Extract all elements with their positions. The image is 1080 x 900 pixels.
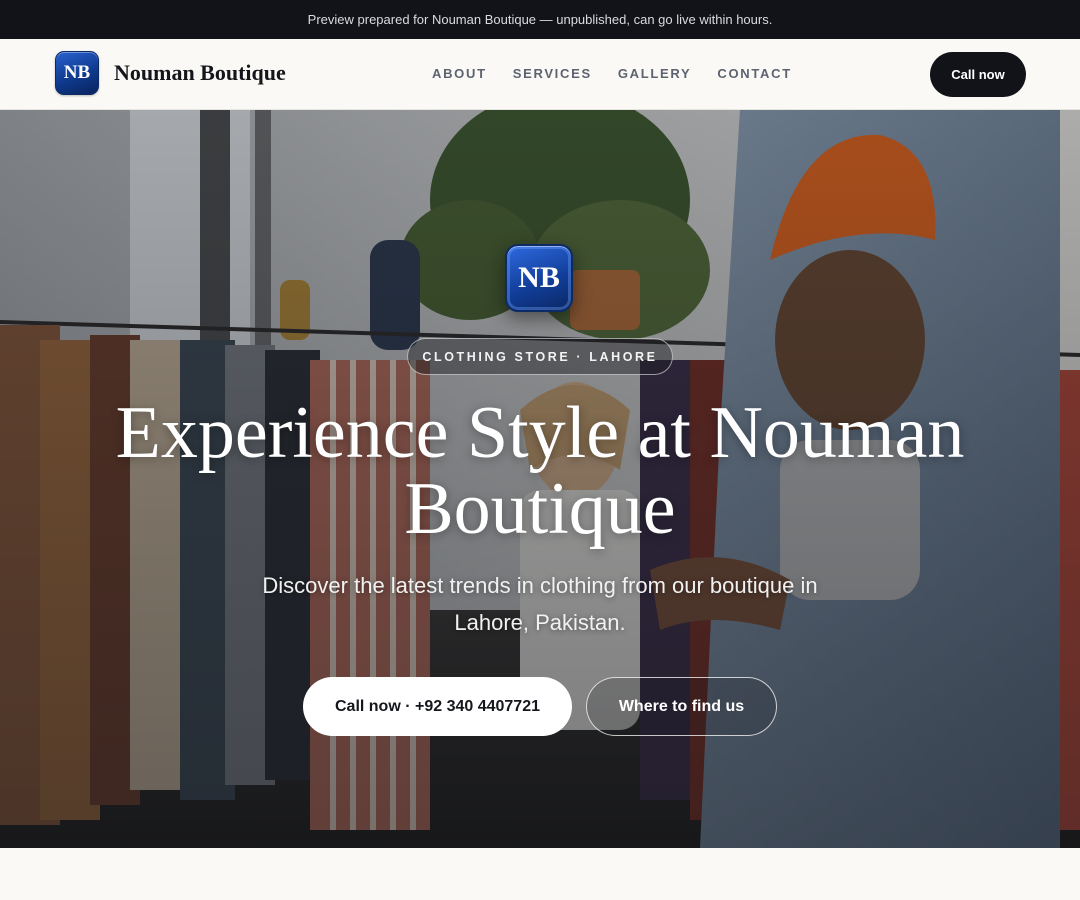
where-to-find-us-button[interactable]: Where to find us [586, 677, 777, 736]
brand-logo: NB [55, 51, 99, 95]
preview-banner: Preview prepared for Nouman Boutique — u… [0, 0, 1080, 39]
nav-gallery[interactable]: GALLERY [618, 66, 692, 81]
hero-subtitle: Discover the latest trends in clothing f… [262, 573, 818, 635]
hero-section: NB CLOTHING STORE · LAHORE Experience St… [0, 110, 1080, 848]
hero-title: Experience Style at Nouman Boutique [115, 392, 965, 550]
nav-services[interactable]: SERVICES [513, 66, 592, 81]
brand-home-link[interactable]: NB Nouman Boutique [55, 51, 286, 95]
nav-about[interactable]: ABOUT [432, 66, 487, 81]
main-nav: ABOUT SERVICES GALLERY CONTACT [432, 66, 818, 81]
hero-category-badge: CLOTHING STORE · LAHORE [407, 338, 673, 375]
preview-banner-text: Preview prepared for Nouman Boutique — u… [307, 12, 773, 27]
site-header: NB Nouman Boutique ABOUT SERVICES GALLER… [0, 39, 1080, 110]
hero-call-button[interactable]: Call now · +92 340 4407721 [303, 677, 572, 736]
nav-contact[interactable]: CONTACT [717, 66, 791, 81]
hero-logo: NB [505, 244, 573, 312]
brand-name: Nouman Boutique [114, 60, 286, 85]
header-call-button[interactable]: Call now [930, 52, 1026, 97]
